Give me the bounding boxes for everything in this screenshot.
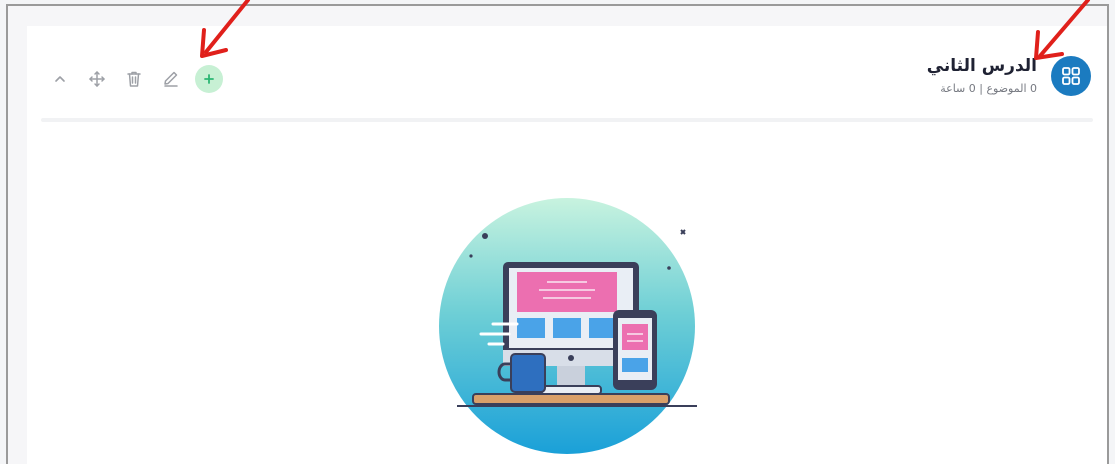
chevron-up-icon	[55, 76, 65, 82]
devices-illustration	[439, 198, 697, 454]
delete-button[interactable]	[121, 66, 147, 92]
collapse-button[interactable]	[47, 66, 73, 92]
grid-icon	[1062, 67, 1080, 85]
move-icon	[89, 71, 105, 87]
edit-icon	[164, 71, 178, 87]
move-button[interactable]	[84, 66, 110, 92]
add-topic-button[interactable]	[195, 65, 223, 93]
lesson-title: الدرس الثاني	[926, 56, 1037, 76]
edit-button[interactable]	[158, 66, 184, 92]
lesson-avatar	[1051, 56, 1091, 96]
trash-icon	[127, 71, 141, 87]
header-divider	[41, 118, 1093, 122]
lesson-header: الدرس الثاني 0 الموضوع | 0 ساعة	[27, 26, 1107, 120]
plus-icon	[204, 74, 214, 84]
lesson-toolbar	[47, 65, 223, 93]
lesson-card: الدرس الثاني 0 الموضوع | 0 ساعة	[27, 26, 1107, 464]
lesson-meta: 0 الموضوع | 0 ساعة	[940, 82, 1037, 95]
